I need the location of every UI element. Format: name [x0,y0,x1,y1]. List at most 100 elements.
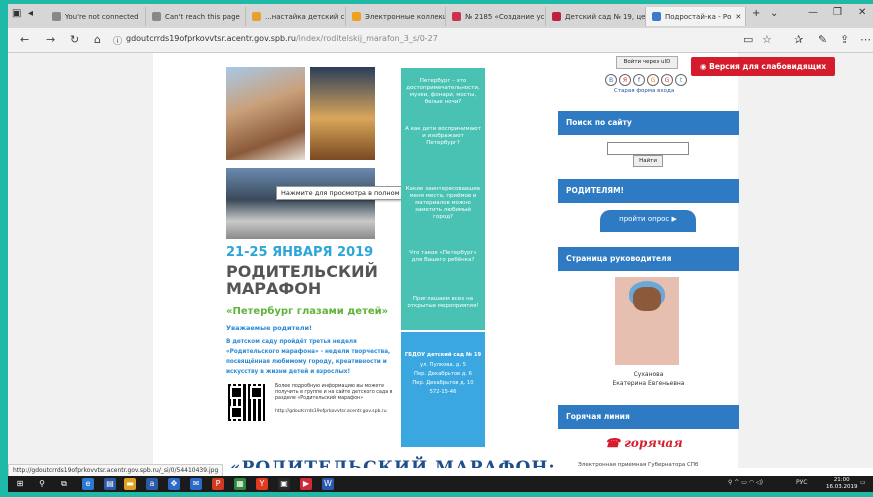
calculator-icon[interactable]: ▣ [278,478,290,490]
favorites-hub-icon[interactable]: ✰ [794,33,803,46]
close-tab-icon[interactable]: ✕ [735,13,741,21]
teal-text-4: Что такое «Петербург» для Вашего ребёнка… [409,250,477,263]
poster-subtitle: «Петербург глазами детей» [226,306,389,317]
tab-0[interactable]: You're not connected [46,7,146,26]
qr-url: http://gdoutcrrds19ofprkovvtsr.acentr.go… [275,409,387,414]
teal-text-2: А как дети воспринимают и изображают Пет… [405,126,481,146]
hotline-logo[interactable]: ☎ горячая [605,436,683,450]
url-field[interactable]: gdoutcrrds19ofprkovvtsr.acentr.gov.spb.r… [126,34,438,43]
tab-label: Can't reach this page [165,12,240,21]
clock-date: 16.03.2019 [826,484,858,490]
yandex-browser-icon[interactable]: Y [256,478,268,490]
parents-section-title: РОДИТЕЛЯМ! [558,179,739,203]
director-given-names: Екатерина Евгеньевна [612,380,685,387]
tab-label: Подростай-ка - Ро [665,12,732,21]
new-tab-icon[interactable]: + [752,8,760,19]
input-language[interactable]: РУС [796,479,807,486]
home-icon[interactable]: ⌂ [94,33,101,46]
google-icon[interactable]: G [661,74,673,86]
start-icon[interactable]: ⊞ [14,478,26,490]
blue-text-4: Пер. Декабрьтов д. 10 [412,380,474,386]
ok-icon[interactable]: G [647,74,659,86]
back-icon[interactable]: ← [20,33,29,46]
powerpoint-icon[interactable]: P [212,478,224,490]
tab-label: Детский сад № 19, цен [565,12,646,21]
clock-time: 21:00 [833,477,850,483]
qr-note: Более подробную информацию вы можете пол… [275,384,393,401]
favorite-star-icon[interactable]: ☆ [762,33,772,46]
director-name: Суханова Екатерина Евгеньевна [558,370,739,388]
teal-text-5: Приглашаем всех на открытые мероприятия! [407,296,479,309]
word-icon[interactable]: a [146,478,158,490]
photo-building[interactable] [226,67,305,160]
media-icon[interactable]: ▶ [300,478,312,490]
tab-3[interactable]: Электронные коллекц [346,7,446,26]
tray-icons[interactable]: ⚲ ^ ▭ ◠ ◁) [728,479,763,486]
login-uid-button[interactable]: Войти через uID [616,56,678,69]
teal-text-3: Какие заинтересовавшие меня места, приём… [405,186,481,220]
site-search-input[interactable] [607,142,689,155]
take-survey-button[interactable]: пройти опрос ▶ [600,210,696,232]
explorer-icon[interactable]: ▬ [124,478,136,490]
notifications-icon[interactable]: ▭ [860,479,866,486]
taskbar: ⊞ ⚲ ⧉ e ▤ ▬ a ✥ ✉ P ▦ Y ▣ ▶ W ⚲ ^ ▭ ◠ ◁)… [8,476,873,492]
tab-6-active[interactable]: Подростай-ка - Ро ✕ [646,7,746,26]
refresh-icon[interactable]: ↻ [70,33,79,46]
facebook-icon[interactable]: f [633,74,645,86]
tab-2[interactable]: ...настайка детский с [246,7,346,26]
restore-icon[interactable]: ❐ [833,7,842,18]
reading-view-icon[interactable]: ▭ [743,33,753,46]
edge-icon[interactable]: e [82,478,94,490]
tab-1[interactable]: Can't reach this page [146,7,246,26]
site-search-button[interactable]: Найти [633,155,663,167]
app-icon[interactable]: ▤ [104,478,116,490]
tab-label: You're not connected [65,12,139,21]
task-view-icon[interactable]: ⧉ [58,478,70,490]
poster-greeting: Уважаемые родители! [226,324,313,332]
article-title: «РОДИТЕЛЬСКИЙ МАРАФОН: [230,458,556,468]
tab-actions-icon[interactable]: ▣ [12,8,21,19]
word-doc-icon[interactable]: W [322,478,334,490]
tab-5[interactable]: Детский сад № 19, цен [546,7,646,26]
url-host: gdoutcrrds19ofprkovvtsr.acentr.gov.spb.r… [126,34,296,43]
yandex-icon[interactable]: Я [619,74,631,86]
url-path: /index/roditelskij_marafon_3_s/0-27 [295,34,438,43]
poster-title-line1: РОДИТЕЛЬСКИЙ [226,262,378,281]
poster-teal-column: Петербург – это достопримечательности, м… [401,68,485,330]
mail-icon[interactable]: ✉ [190,478,202,490]
hotline-link[interactable]: Электронная приемная Губернатора СПб [578,462,698,468]
tab-label: Электронные коллекц [365,12,446,21]
forward-icon[interactable]: → [46,33,55,46]
qr-code [228,384,265,421]
page-icon [452,12,461,21]
twitter-icon[interactable]: t [675,74,687,86]
page-icon [552,12,561,21]
hotline-logo-text: горячая [624,436,683,450]
clock[interactable]: 21:00 16.03.2019 [826,477,858,491]
close-window-icon[interactable]: ✕ [858,7,866,18]
director-section-title: Страница руководителя [558,247,739,271]
notes-icon[interactable]: ✎ [818,33,827,46]
chevron-down-icon[interactable]: ⌄ [770,8,778,19]
poster-title-line2: МАРАФОН [226,279,322,298]
minimize-icon[interactable]: — [808,7,818,18]
vk-icon[interactable]: В [605,74,617,86]
hotline-section-title: Горячая линия [558,405,739,429]
photo-night-street[interactable] [310,67,375,160]
accessibility-version-button[interactable]: ◉ Версия для слабовидящих [691,57,835,76]
search-section-title: Поиск по сайту [558,111,739,135]
screen: ▣ ◂ You're not connected Can't reach thi… [8,4,873,492]
director-photo[interactable] [615,277,679,365]
photo-winter-city[interactable] [226,168,375,239]
share-icon[interactable]: ⇪ [840,33,849,46]
search-icon[interactable]: ⚲ [36,478,48,490]
dropbox-icon[interactable]: ✥ [168,478,180,490]
more-icon[interactable]: ⋯ [860,33,871,46]
tab-4[interactable]: № 2185 «Создание ус [446,7,546,26]
poster-title: РОДИТЕЛЬСКИЙ МАРАФОН [226,263,378,297]
poster-dates: 21-25 ЯНВАРЯ 2019 [226,245,374,260]
photos-icon[interactable]: ▦ [234,478,246,490]
page-icon [152,12,161,21]
old-login-form-link[interactable]: Старая форма входа [614,88,674,94]
tab-back-icon[interactable]: ◂ [28,8,33,19]
